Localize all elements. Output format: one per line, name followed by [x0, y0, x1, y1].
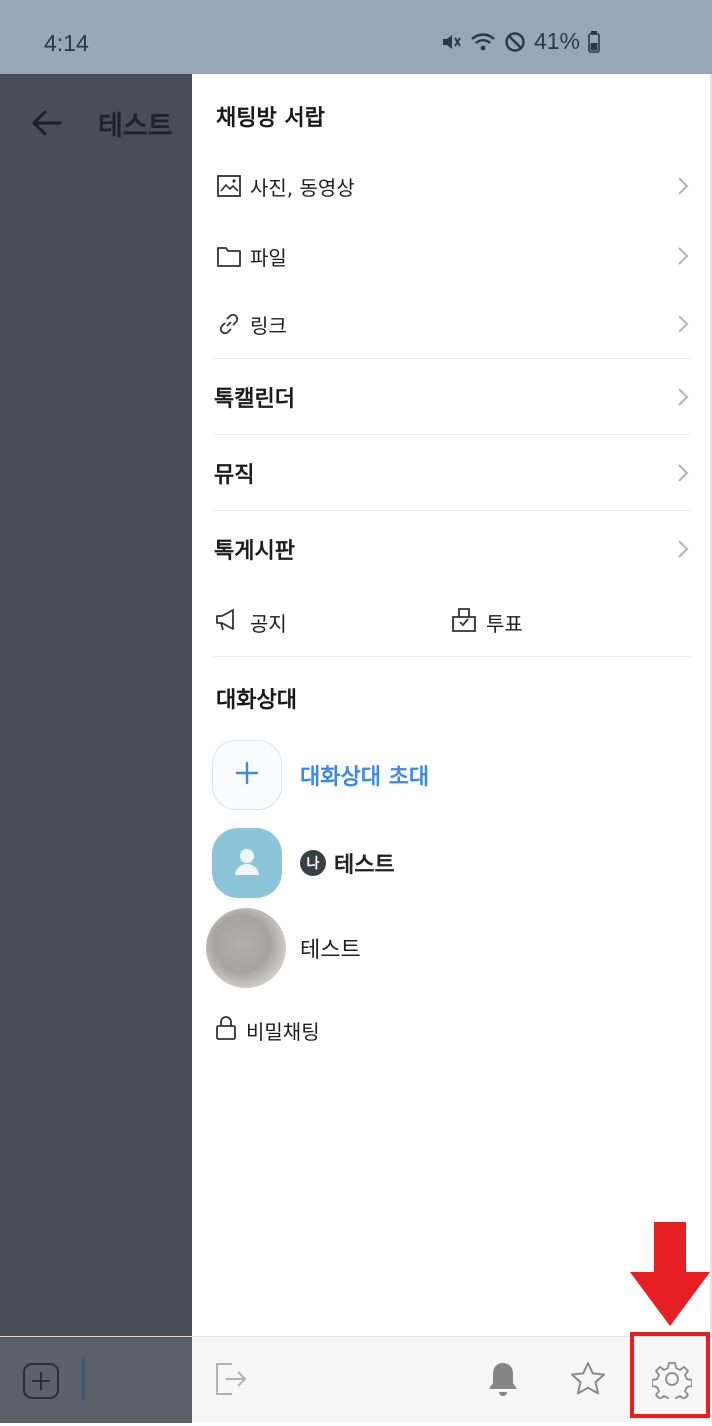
divider — [214, 358, 690, 359]
text-cursor — [82, 1358, 84, 1400]
link-icon — [214, 309, 244, 339]
drawer-item-files[interactable]: 파일 — [214, 238, 690, 274]
person-icon — [227, 841, 267, 885]
mute-icon — [440, 32, 462, 52]
photo-icon — [214, 171, 244, 201]
drawer-item-label: 사진, 동영상 — [250, 175, 355, 200]
battery-level: 41% — [533, 28, 580, 54]
folder-icon — [214, 241, 244, 271]
divider — [214, 434, 690, 435]
drawer-section-title: 채팅방 서랍 — [216, 106, 325, 131]
chevron-right-icon — [676, 386, 690, 408]
menu-item-label: 톡캘린더 — [214, 387, 295, 412]
drawer-item-label: 링크 — [250, 313, 287, 338]
wifi-icon — [470, 32, 496, 52]
drawer-item-label: 파일 — [250, 245, 287, 270]
chevron-right-icon — [676, 462, 690, 484]
avatar — [206, 908, 286, 988]
members-section-title: 대화상대 — [216, 688, 297, 713]
exit-icon[interactable] — [214, 1361, 248, 1401]
chat-background-overlay[interactable] — [0, 74, 192, 1336]
ballot-box-icon — [450, 606, 478, 638]
secret-chat-button[interactable]: 비밀채팅 — [214, 1014, 320, 1046]
plus-icon — [235, 761, 259, 789]
chat-drawer-panel: 채팅방 서랍 사진, 동영상 파일 링크 톡캘린더 뮤직 톡게시판 공지 투표 … — [192, 74, 712, 1336]
star-icon[interactable] — [568, 1359, 608, 1403]
battery-icon — [588, 30, 600, 53]
notice-button[interactable]: 공지 — [214, 606, 287, 638]
chevron-right-icon — [676, 313, 690, 335]
invite-plus-box — [212, 740, 282, 810]
divider — [214, 510, 690, 511]
secret-chat-label: 비밀채팅 — [246, 1019, 320, 1044]
member-item-me[interactable]: 나 테스트 — [212, 828, 395, 898]
menu-item-label: 톡게시판 — [214, 539, 295, 564]
megaphone-icon — [214, 607, 242, 637]
member-item[interactable]: 테스트 — [206, 908, 361, 988]
chevron-right-icon — [676, 175, 690, 197]
drawer-item-photos[interactable]: 사진, 동영상 — [214, 168, 690, 204]
me-badge: 나 — [300, 850, 326, 876]
lock-icon — [214, 1014, 238, 1046]
member-name: 나 테스트 — [300, 847, 395, 879]
chat-input-area — [0, 1337, 192, 1423]
highlight-box-annotation — [630, 1332, 710, 1418]
member-name-text: 테스트 — [334, 853, 395, 878]
menu-item-music[interactable]: 뮤직 — [214, 454, 690, 492]
do-not-disturb-icon — [504, 31, 526, 53]
drawer-item-links[interactable]: 링크 — [214, 306, 690, 342]
invite-member-button[interactable]: 대화상대 초대 — [212, 740, 429, 810]
member-name: 테스트 — [300, 938, 361, 963]
divider — [214, 656, 690, 657]
status-time: 4:14 — [44, 30, 89, 56]
red-arrow-annotation-icon — [628, 1220, 712, 1330]
chevron-right-icon — [676, 245, 690, 267]
bottom-bar — [0, 1336, 712, 1423]
status-bar: 4:14 41% — [0, 0, 712, 74]
notice-label: 공지 — [250, 611, 287, 636]
plus-icon[interactable] — [22, 1362, 60, 1404]
avatar — [212, 828, 282, 898]
bell-icon[interactable] — [486, 1359, 520, 1403]
vote-button[interactable]: 투표 — [450, 606, 523, 638]
chevron-right-icon — [676, 538, 690, 560]
status-icons: 41% — [440, 28, 600, 55]
menu-item-label: 뮤직 — [214, 463, 255, 488]
invite-label: 대화상대 초대 — [300, 765, 430, 790]
menu-item-talk-calendar[interactable]: 톡캘린더 — [214, 378, 690, 416]
menu-item-talk-board[interactable]: 톡게시판 — [214, 530, 690, 568]
chat-title: 테스트 — [98, 111, 173, 142]
vote-label: 투표 — [486, 611, 523, 636]
back-arrow-icon[interactable] — [30, 106, 64, 140]
